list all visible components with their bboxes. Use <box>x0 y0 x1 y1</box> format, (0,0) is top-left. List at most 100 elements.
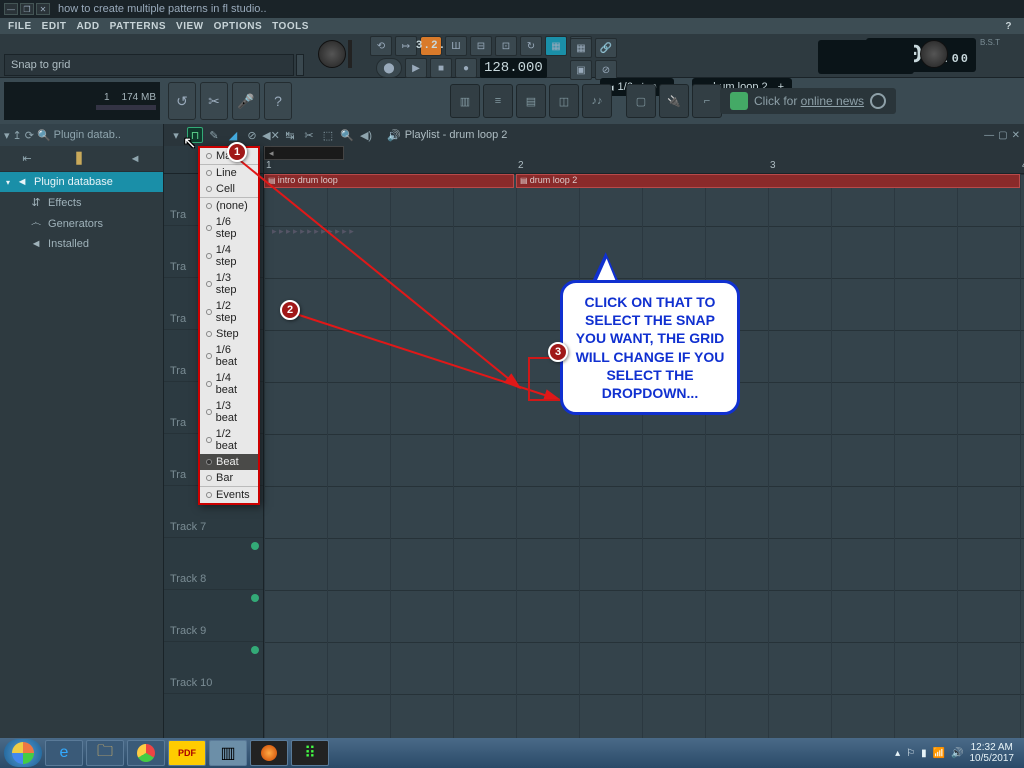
online-news-link[interactable]: Click for online news <box>720 88 896 114</box>
playlist-clip[interactable]: ▤ intro drum loop <box>264 174 514 188</box>
menu-options[interactable]: OPTIONS <box>210 21 267 32</box>
stepseq-button[interactable]: ≡ <box>483 84 513 118</box>
cpu-memory-panel[interactable]: 1174 MB <box>4 82 160 120</box>
countdown-button[interactable]: ⊡ <box>495 36 517 56</box>
taskbar-notes-icon[interactable]: ▥ <box>209 740 247 766</box>
undo-button[interactable]: ↺ <box>168 82 196 120</box>
playlist-button[interactable]: ▥ <box>450 84 480 118</box>
stop-button[interactable]: ■ <box>430 58 452 78</box>
metronome-button[interactable]: Ш <box>445 36 467 56</box>
taskbar-ie-icon[interactable]: e <box>45 740 83 766</box>
pattern-song-toggle[interactable]: ⬤ <box>376 58 402 78</box>
snap-option-bar[interactable]: Bar <box>200 470 258 486</box>
close-button[interactable]: ✕ <box>36 3 50 15</box>
folder-icon[interactable]: ▋ <box>76 152 84 165</box>
sidebar-item-plugin-database[interactable]: ▾◄Plugin database <box>0 172 163 192</box>
snap-option-line[interactable]: Line <box>200 164 258 181</box>
loop-rec-button[interactable]: ▦ <box>545 36 567 56</box>
overdub-button[interactable]: ↻ <box>520 36 542 56</box>
tray-battery-icon[interactable]: ▮ <box>921 748 927 759</box>
plugin-button[interactable]: 🔌 <box>659 84 689 118</box>
taskbar-flstudio-icon[interactable] <box>250 740 288 766</box>
track-header[interactable]: Track 8 <box>164 538 263 590</box>
tray-flag-icon[interactable]: ⚐ <box>906 748 915 759</box>
taskbar-chrome-icon[interactable] <box>127 740 165 766</box>
slice-tool[interactable]: ✂ <box>301 127 317 143</box>
snap-option-1-3-step[interactable]: 1/3 step <box>200 270 258 298</box>
tempo-display[interactable]: 128.000 <box>480 58 547 78</box>
link-button[interactable]: 🔗 <box>595 38 617 58</box>
snap-option-step[interactable]: Step <box>200 326 258 342</box>
timeline-ruler[interactable]: ◂ 1234 <box>264 146 1024 174</box>
browser-button[interactable]: ◫ <box>549 84 579 118</box>
tray-clock[interactable]: 12:32 AM 10/5/2017 <box>970 742 1015 764</box>
cut-button[interactable]: ✂ <box>200 82 228 120</box>
multilink-button[interactable]: ⊘ <box>595 60 617 80</box>
taskbar-app-icon[interactable]: ⠿ <box>291 740 329 766</box>
snap-option-1-2-step[interactable]: 1/2 step <box>200 298 258 326</box>
menu-edit[interactable]: EDIT <box>38 21 71 32</box>
snap-option-events[interactable]: Events <box>200 486 258 503</box>
draw-tool[interactable]: ✎ <box>206 127 222 143</box>
snap-option-1-4-beat[interactable]: 1/4 beat <box>200 370 258 398</box>
zoom-tool[interactable]: 🔍 <box>339 127 355 143</box>
playlist-grid[interactable]: ◂ 1234 ▤ intro drum loop▤ drum loop 2 ▸ … <box>264 146 1024 738</box>
tempo-tap-button[interactable]: ⌐ <box>692 84 722 118</box>
playlist-maximize[interactable]: ▢ <box>998 130 1007 141</box>
system-tray[interactable]: ▴ ⚐ ▮ 📶 🔊 12:32 AM 10/5/2017 <box>895 742 1020 764</box>
tray-volume-icon[interactable]: 🔊 <box>951 748 963 759</box>
sidebar-item-effects[interactable]: ▾⇵Effects <box>0 192 163 213</box>
menu-view[interactable]: VIEW <box>172 21 208 32</box>
menu-file[interactable]: FILE <box>4 21 36 32</box>
snap-option-1-3-beat[interactable]: 1/3 beat <box>200 398 258 426</box>
snap-option-cell[interactable]: Cell <box>200 181 258 197</box>
menu-tools[interactable]: TOOLS <box>268 21 313 32</box>
typing-kbd-button[interactable]: ▦ <box>570 38 592 58</box>
restore-button[interactable]: ❐ <box>20 3 34 15</box>
collapse-icon[interactable]: ⇤ <box>22 152 31 165</box>
tray-network-icon[interactable]: 📶 <box>933 748 945 759</box>
select-tool[interactable]: ⬚ <box>320 127 336 143</box>
slip-tool[interactable]: ↹ <box>282 127 298 143</box>
minimize-button[interactable]: — <box>4 3 18 15</box>
song-mode-button[interactable]: ↦ <box>395 36 417 56</box>
speaker-icon[interactable]: ◄ <box>130 153 141 165</box>
live-mode-button[interactable]: ▣ <box>570 60 592 80</box>
tray-chevron-icon[interactable]: ▴ <box>895 748 900 759</box>
playlist-minimize[interactable]: — <box>984 130 994 141</box>
menu-add[interactable]: ADD <box>72 21 103 32</box>
menu-patterns[interactable]: PATTERNS <box>106 21 170 32</box>
playlist-menu-icon[interactable]: ▾ <box>168 127 184 143</box>
master-pitch-slider[interactable] <box>348 40 352 68</box>
delete-tool[interactable]: ⊘ <box>244 127 260 143</box>
pattern-picker[interactable]: ◂ <box>264 146 344 160</box>
arrow-up-icon[interactable]: ↥ <box>13 129 22 142</box>
track-header[interactable]: Track 10 <box>164 642 263 694</box>
search-icon[interactable]: 🔍 <box>37 129 51 142</box>
sidebar-item-generators[interactable]: ▾෴Generators <box>0 213 163 234</box>
track-header[interactable]: Track 9 <box>164 590 263 642</box>
browser-header[interactable]: ▾ ↥ ⟳ 🔍 Plugin datab.. <box>0 124 163 146</box>
menu-help[interactable]: ? <box>1001 21 1016 32</box>
snap-option-1-6-step[interactable]: 1/6 step <box>200 214 258 242</box>
mute-tool[interactable]: ◀✕ <box>263 127 279 143</box>
snap-option--none-[interactable]: (none) <box>200 197 258 214</box>
one-click-rec-button[interactable]: 🎤 <box>232 82 260 120</box>
pat-mode-button[interactable]: ⟲ <box>370 36 392 56</box>
refresh-icon[interactable]: ⟳ <box>25 129 34 142</box>
record-button[interactable]: ● <box>455 58 477 78</box>
snap-option-1-2-beat[interactable]: 1/2 beat <box>200 426 258 454</box>
monitor-volume-knob[interactable] <box>920 40 948 68</box>
mixer-button[interactable]: ♪♪ <box>582 84 612 118</box>
playlist-close[interactable]: ✕ <box>1012 130 1020 141</box>
help-button[interactable]: ? <box>264 82 292 120</box>
snap-option-beat[interactable]: Beat <box>200 454 258 470</box>
play-button[interactable]: ▶ <box>405 58 427 78</box>
master-volume-knob[interactable] <box>318 40 346 68</box>
close-all-button[interactable]: ▢ <box>626 84 656 118</box>
taskbar-pdf-icon[interactable]: PDF <box>168 740 206 766</box>
hint-collapse[interactable] <box>296 54 304 76</box>
sidebar-item-installed[interactable]: ▾◄Installed <box>0 234 163 254</box>
snap-option-1-4-step[interactable]: 1/4 step <box>200 242 258 270</box>
snap-option-1-6-beat[interactable]: 1/6 beat <box>200 342 258 370</box>
